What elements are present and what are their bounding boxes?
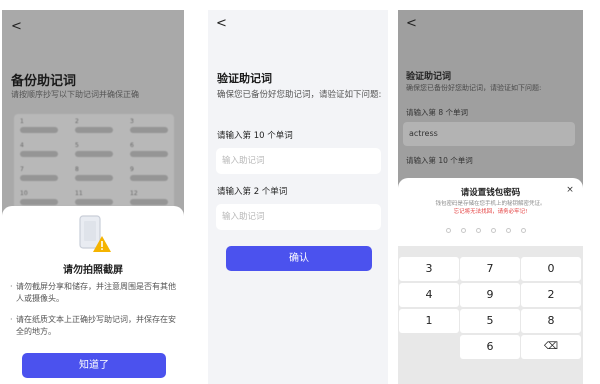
word-number: 5 [75, 142, 79, 149]
backup-mnemonic-screen: < 备份助记词 请按顺序抄写以下助记词并确保正确 1 2 3 4 5 6 7 8… [2, 10, 184, 384]
word-8-input[interactable]: actress [403, 122, 575, 146]
numeric-keypad: 3 7 0 4 9 2 1 5 8 6 ⌫ [398, 246, 583, 384]
password-dots [446, 228, 536, 236]
word-number: 8 [75, 166, 79, 173]
blurred-word [130, 175, 168, 181]
warning-title: 请勿拍照截屏 [63, 265, 123, 276]
password-dot [446, 228, 451, 233]
verify-mnemonic-screen: < 验证助记词 确保您已备份好您助记词，请验证如下问题: 请输入第 10 个单词… [208, 10, 388, 384]
blurred-word [75, 175, 113, 181]
password-dot [506, 228, 511, 233]
password-dot [521, 228, 526, 233]
word-2-input[interactable] [216, 204, 381, 230]
warning-bullet: · 请勿截屏分享和储存，并注意周围是否有其他人或摄像头。 [10, 281, 178, 305]
page-title: 备份助记词 [11, 74, 77, 89]
word-cell: 9 [124, 164, 174, 190]
word-cell: 1 [14, 116, 64, 142]
question-label: 请输入第 10 个单词 [406, 156, 473, 165]
phone-warning-icon [79, 215, 111, 252]
key-8[interactable]: 8 [521, 309, 581, 333]
word-number: 1 [20, 118, 24, 125]
back-icon[interactable]: < [216, 17, 227, 30]
page-subtitle: 请按顺序抄写以下助记词并确保正确 [11, 90, 139, 99]
blurred-word [20, 127, 58, 133]
back-icon[interactable]: < [11, 20, 22, 33]
bullet-text: 请勿截屏分享和储存，并注意周围是否有其他人或摄像头。 [16, 282, 176, 303]
backspace-icon[interactable]: ⌫ [521, 335, 581, 359]
blurred-word [20, 175, 58, 181]
key-7[interactable]: 7 [460, 257, 520, 281]
close-icon[interactable]: × [563, 183, 577, 197]
word-number: 4 [20, 142, 24, 149]
key-1[interactable]: 1 [399, 309, 459, 333]
word-number: 12 [130, 190, 138, 197]
bullet-dot: · [10, 282, 13, 291]
blurred-word [75, 151, 113, 157]
word-cell: 7 [14, 164, 64, 190]
blurred-word [75, 127, 113, 133]
sheet-note: 钱包密码是存储在您手机上的秘钥解密凭证。 [435, 201, 546, 207]
word-number: 6 [130, 142, 134, 149]
screenshot-warning-sheet: 请勿拍照截屏 · 请勿截屏分享和储存，并注意周围是否有其他人或摄像头。 · 请在… [2, 206, 184, 384]
got-it-button[interactable]: 知道了 [22, 353, 166, 378]
word-number: 10 [20, 190, 28, 197]
word-number: 7 [20, 166, 24, 173]
word-cell: 6 [124, 140, 174, 166]
warning-bullet: · 请在纸质文本上正确抄写助记词，并保存在安全的地方。 [10, 314, 178, 338]
word-cell: 4 [14, 140, 64, 166]
word-number: 3 [130, 118, 134, 125]
key-0[interactable]: 0 [521, 257, 581, 281]
password-dot [461, 228, 466, 233]
sheet-title: 请设置钱包密码 [460, 188, 521, 198]
blurred-word [130, 199, 168, 205]
key-2[interactable]: 2 [521, 283, 581, 307]
blurred-word [130, 127, 168, 133]
key-blank [399, 335, 459, 359]
sheet-warning: 忘记将无法找回，请务必牢记! [453, 209, 528, 215]
question-label: 请输入第 8 个单词 [406, 108, 469, 117]
page-title: 验证助记词 [217, 72, 272, 85]
key-5[interactable]: 5 [460, 309, 520, 333]
word-cell: 3 [124, 116, 174, 142]
page-subtitle: 确保您已备份好您助记词，请验证如下问题: [217, 90, 382, 100]
word-cell: 2 [69, 116, 119, 142]
word-number: 9 [130, 166, 134, 173]
question-label: 请输入第 10 个单词 [217, 131, 293, 141]
password-sheet: 请设置钱包密码 × 钱包密码是存储在您手机上的秘钥解密凭证。 忘记将无法找回，请… [398, 178, 583, 384]
back-icon[interactable]: < [406, 17, 417, 30]
page-title: 验证助记词 [406, 72, 452, 82]
key-6[interactable]: 6 [460, 335, 520, 359]
mnemonic-grid-blurred: 1 2 3 4 5 6 7 8 9 10 11 12 [14, 114, 174, 214]
password-dot [491, 228, 496, 233]
password-dot [476, 228, 481, 233]
blurred-word [20, 199, 58, 205]
word-10-input[interactable] [216, 148, 381, 174]
set-password-screen: < 验证助记词 确保您已备份好您助记词，请验证如下问题: 请输入第 8 个单词 … [398, 10, 583, 384]
blurred-word [75, 199, 113, 205]
blurred-word [20, 151, 58, 157]
bullet-dot: · [10, 315, 13, 324]
blurred-word [130, 151, 168, 157]
bullet-text: 请在纸质文本上正确抄写助记词，并保存在安全的地方。 [16, 315, 176, 336]
word-cell: 5 [69, 140, 119, 166]
word-number: 2 [75, 118, 79, 125]
key-9[interactable]: 9 [460, 283, 520, 307]
word-number: 11 [75, 190, 83, 197]
confirm-button[interactable]: 确认 [226, 246, 372, 271]
question-label: 请输入第 2 个单词 [217, 187, 288, 197]
page-subtitle: 确保您已备份好您助记词，请验证如下问题: [406, 84, 542, 92]
key-3[interactable]: 3 [399, 257, 459, 281]
word-cell: 8 [69, 164, 119, 190]
key-4[interactable]: 4 [399, 283, 459, 307]
